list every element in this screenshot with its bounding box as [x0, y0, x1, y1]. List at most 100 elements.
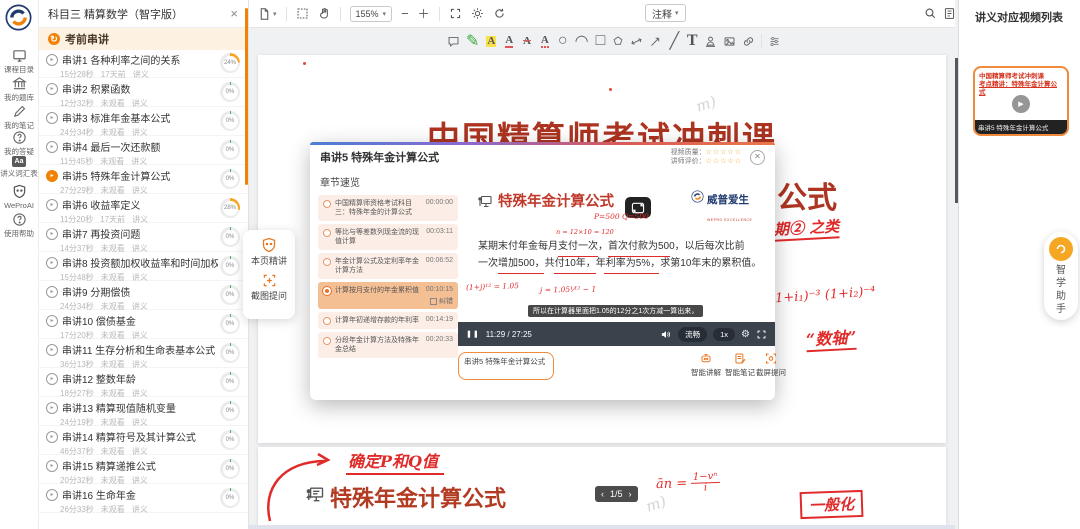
chapter-item-2[interactable]: 等比与等差数列现金流的现值计算00:03:11	[318, 224, 458, 250]
app-logo-icon[interactable]	[5, 4, 32, 31]
chapter-item-1[interactable]: 中国精算师资格考试科目三：特殊年金的计算公式00:00:00	[318, 195, 458, 221]
tab-close-icon[interactable]: ×	[230, 6, 238, 21]
prev-page-icon[interactable]: ‹	[601, 489, 604, 499]
polygon-tool-icon[interactable]	[612, 34, 624, 49]
handwriting-annotation: 期② 之类	[773, 215, 839, 241]
player-settings-icon[interactable]: ⚙	[741, 329, 750, 340]
screenshot-frame-icon[interactable]	[262, 273, 277, 288]
list-item-lecture-10[interactable]: ▸串讲10 偿债基金17分20秒未观看讲义0%	[38, 310, 248, 339]
page-navigator[interactable]: ‹ 1/5 ›	[595, 486, 638, 502]
ellipse-tool-icon[interactable]: ○	[557, 34, 569, 49]
pause-button[interactable]: ❚❚	[466, 330, 480, 338]
document-tab[interactable]: 科目三 精算数学（智字版） ×	[38, 0, 248, 28]
highlight-text-icon[interactable]: A	[485, 34, 497, 49]
list-item-lecture-4[interactable]: ▸串讲4 最后一次还款额11分45秒未观看讲义0%	[38, 136, 248, 165]
star-rating-teacher[interactable]: ☆☆☆☆☆	[706, 158, 742, 165]
list-item-lecture-13[interactable]: ▸串讲13 精算现值随机变量24分19秒未观看讲义0%	[38, 397, 248, 426]
radio-icon	[323, 258, 331, 266]
volume-icon[interactable]	[660, 329, 672, 340]
strikethrough-text-icon[interactable]: A	[521, 34, 533, 49]
chapter-item-3[interactable]: 年金计算公式及定利率年金计算方法00:06:52	[318, 253, 458, 279]
underline-text-icon[interactable]: A	[503, 34, 515, 49]
link-tool-icon[interactable]	[742, 34, 755, 49]
rectangle-tool-icon[interactable]: □	[595, 34, 607, 49]
document-tab-title: 科目三 精算数学（智字版）	[48, 6, 183, 22]
help-icon	[0, 212, 38, 227]
list-item-lecture-16[interactable]: ▸串讲16 生命年金26分33秒未观看讲义0%	[38, 484, 248, 513]
note-input-box[interactable]: 串讲5 特殊年金计算公式	[458, 352, 554, 380]
list-item-lecture-5-active[interactable]: ▸串讲5 特殊年金计算公式27分29秒未观看讲义0%	[38, 165, 248, 194]
sidebar-item-my-notes[interactable]: 我的笔记	[0, 104, 38, 130]
sidebar-item-glossary[interactable]: Aa 讲义词汇表	[0, 156, 38, 178]
refresh-icon[interactable]: ↻	[48, 33, 60, 45]
text-tool-icon[interactable]: T	[686, 34, 698, 49]
arc-tool-icon[interactable]: ◠	[575, 34, 589, 49]
fit-page-icon[interactable]	[449, 7, 462, 20]
chapter-item-4-active[interactable]: 计算按月支付的年金累积值00:10:15纠错	[318, 282, 458, 309]
list-item-lecture-1[interactable]: ▸串讲1 各种利率之间的关系15分28秒17天前讲义24%	[38, 49, 248, 78]
assistant-button[interactable]: 智学助手	[1044, 232, 1078, 320]
smart-explain-button[interactable]: 智能讲解	[688, 352, 724, 378]
sidebar-item-my-qa[interactable]: 我的答疑	[0, 130, 38, 156]
chapter-list: 章节速览 中国精算师资格考试科目三：特殊年金的计算公式00:00:00 等比与等…	[318, 172, 458, 361]
search-icon[interactable]	[924, 7, 937, 20]
list-item-lecture-8[interactable]: ▸串讲8 投资额加权收益率和时间加权收益率15分48秒未观看讲义0%	[38, 252, 248, 281]
zoom-in-button[interactable]: ＋	[418, 5, 430, 22]
handout-link[interactable]: 讲义	[132, 504, 148, 515]
presenter-icon	[304, 485, 326, 505]
main-scrollbar[interactable]	[955, 58, 958, 203]
brightness-icon[interactable]	[471, 7, 484, 20]
stamp-signature-icon[interactable]	[704, 34, 717, 49]
zoom-level-dropdown[interactable]: 155%▾	[350, 6, 393, 22]
playlist-scrollbar[interactable]	[245, 8, 248, 185]
play-icon[interactable]: ▶	[1012, 95, 1030, 113]
report-error-button[interactable]: 纠错	[430, 296, 453, 306]
next-page-icon[interactable]: ›	[629, 489, 632, 499]
star-rating-quality[interactable]: ☆☆☆☆☆	[706, 149, 742, 156]
list-item-lecture-2[interactable]: ▸串讲2 积累函数12分32秒未观看讲义0%	[38, 78, 248, 107]
screenshot-ask-button[interactable]: 截图提问	[251, 289, 287, 302]
page-thumbnail-icon[interactable]: ▾	[258, 7, 277, 21]
sidebar-item-course-catalog[interactable]: 课程目录	[0, 48, 38, 74]
progress-ring: 0%	[220, 169, 240, 189]
video-card[interactable]: 中国精算师考试冲刺课 考点精讲：特殊年金计算公式 ▶ 串讲5 特殊年金计算公式	[973, 66, 1069, 136]
list-item-lecture-11[interactable]: ▸串讲11 生存分析和生命表基本公式36分13秒未观看讲义0%	[38, 339, 248, 368]
list-item-lecture-9[interactable]: ▸串讲9 分期偿债24分34秒未观看讲义0%	[38, 281, 248, 310]
speed-button[interactable]: 1x	[713, 328, 735, 341]
arrow-tool-icon[interactable]	[649, 34, 662, 49]
pen-icon[interactable]: ✎	[466, 34, 479, 49]
screenshot-ask-button[interactable]: 截屏提问	[753, 352, 789, 378]
chapter-item-6[interactable]: 分段年金计算方法及特殊年金总结00:20:33	[318, 332, 458, 358]
chapter-item-5[interactable]: 计算年初递增存款的年利率00:14:19	[318, 312, 458, 329]
annotate-dropdown-button[interactable]: 注释▾	[645, 4, 686, 22]
list-item-lecture-6[interactable]: ▸串讲6 收益率定义11分20秒17天前讲义28%	[38, 194, 248, 223]
comment-icon[interactable]	[447, 34, 460, 49]
rotate-icon[interactable]	[493, 7, 506, 20]
left-nav: 课程目录 我的题库 我的笔记 我的答疑 Aa 讲义词汇表 WeProAI 使用帮…	[0, 0, 39, 529]
line-tool-icon[interactable]: ╱	[668, 34, 680, 49]
double-arrow-tool-icon[interactable]	[630, 34, 643, 49]
list-item-lecture-14[interactable]: ▸串讲14 精算符号及其计算公式46分37秒未观看讲义0%	[38, 426, 248, 455]
page-explain-button[interactable]: 本页精讲	[251, 254, 287, 267]
list-item-lecture-12[interactable]: ▸串讲12 整数年龄18分27秒未观看讲义0%	[38, 368, 248, 397]
list-item-lecture-7[interactable]: ▸串讲7 再投资问题14分37秒未观看讲义0%	[38, 223, 248, 252]
outline-panel-icon[interactable]	[943, 7, 956, 20]
close-icon[interactable]: ✕	[750, 150, 765, 165]
quality-button[interactable]: 流畅	[678, 327, 707, 342]
shield-icon[interactable]	[261, 237, 277, 253]
marquee-select-icon[interactable]	[296, 7, 309, 20]
list-item-lecture-3[interactable]: ▸串讲3 标准年金基本公式24分34秒未观看讲义0%	[38, 107, 248, 136]
panel-title: 讲义对应视频列表	[959, 0, 1080, 25]
fullscreen-icon[interactable]	[756, 329, 767, 340]
app-window: 课程目录 我的题库 我的笔记 我的答疑 Aa 讲义词汇表 WeProAI 使用帮…	[0, 0, 1080, 529]
hand-tool-icon[interactable]	[318, 7, 331, 20]
squiggly-text-icon[interactable]: A	[539, 34, 551, 49]
sidebar-item-weproai[interactable]: WeProAI	[0, 184, 38, 210]
image-tool-icon[interactable]	[723, 34, 736, 49]
zoom-out-button[interactable]: −	[401, 6, 409, 21]
sidebar-item-question-bank[interactable]: 我的题库	[0, 76, 38, 102]
annotation-settings-icon[interactable]	[768, 34, 781, 49]
video-viewport[interactable]: 特殊年金计算公式 威普爱生WEPRO EXCELLENCE 某期末付年金每月支付…	[458, 170, 775, 322]
sidebar-item-help[interactable]: 使用帮助	[0, 212, 38, 238]
list-item-lecture-15[interactable]: ▸串讲15 精算递推公式20分32秒未观看讲义0%	[38, 455, 248, 484]
